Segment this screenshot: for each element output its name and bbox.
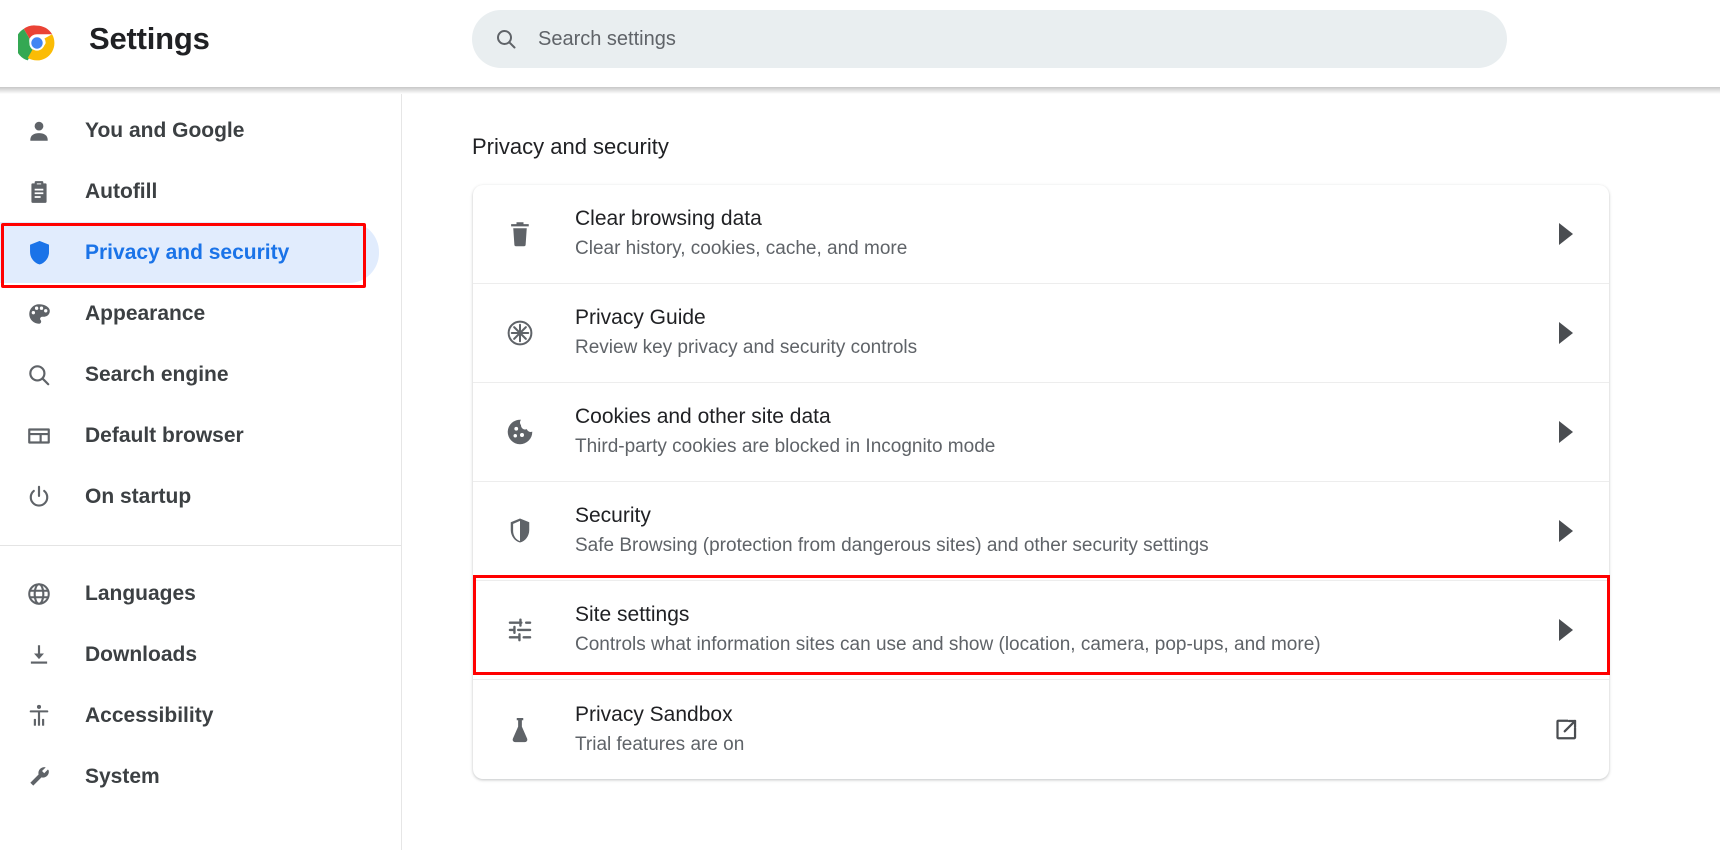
accessibility-icon: [24, 701, 54, 731]
top-bar: Settings Search settings: [0, 0, 1720, 87]
search-input[interactable]: Search settings: [472, 10, 1507, 68]
sidebar-item-label: Autofill: [85, 179, 158, 203]
sidebar-item-accessibility[interactable]: Accessibility: [0, 685, 379, 746]
row-text: Site settings Controls what information …: [575, 602, 1523, 658]
row-privacy-sandbox[interactable]: Privacy Sandbox Trial features are on: [473, 680, 1609, 779]
person-icon: [24, 116, 54, 146]
chrome-logo-icon: [15, 24, 56, 62]
row-title: Security: [575, 504, 651, 528]
row-cookies-and-other-site-data[interactable]: Cookies and other site data Third-party …: [473, 383, 1609, 482]
sidebar-item-privacy-and-security[interactable]: Privacy and security: [0, 222, 379, 283]
sidebar-item-label: Downloads: [85, 642, 198, 666]
row-title: Privacy Guide: [575, 306, 706, 330]
row-subtitle: Clear history, cookies, cache, and more: [575, 238, 908, 260]
row-subtitle: Trial features are on: [575, 733, 745, 755]
sidebar-item-label: You and Google: [85, 118, 245, 142]
row-security[interactable]: Security Safe Browsing (protection from …: [473, 482, 1609, 581]
sidebar-item-label: On startup: [85, 484, 192, 508]
power-icon: [24, 482, 54, 512]
row-title: Clear browsing data: [575, 207, 762, 231]
row-title: Cookies and other site data: [575, 405, 831, 429]
sidebar-item-label: System: [85, 764, 160, 788]
clipboard-icon: [24, 177, 54, 207]
sidebar-item-appearance[interactable]: Appearance: [0, 283, 379, 344]
row-text: Privacy Sandbox Trial features are on: [575, 702, 1523, 758]
privacy-settings-card: Clear browsing data Clear history, cooki…: [473, 185, 1609, 779]
shield-icon: [503, 514, 537, 548]
cookie-icon: [503, 415, 537, 449]
page-title: Settings: [89, 21, 210, 56]
sidebar-divider: [0, 545, 401, 546]
sidebar-item-label: Privacy and security: [85, 240, 290, 264]
browser-window-icon: [24, 421, 54, 451]
row-title: Site settings: [575, 603, 690, 627]
row-subtitle: Safe Browsing (protection from dangerous…: [575, 535, 1209, 557]
sidebar-item-you-and-google[interactable]: You and Google: [0, 100, 379, 161]
arrow-right-icon[interactable]: [1523, 421, 1609, 443]
trash-icon: [503, 217, 537, 251]
open-in-new-icon[interactable]: [1523, 716, 1609, 743]
row-privacy-guide[interactable]: Privacy Guide Review key privacy and sec…: [473, 284, 1609, 383]
row-text: Clear browsing data Clear history, cooki…: [575, 206, 1523, 262]
sidebar-item-label: Search engine: [85, 362, 229, 386]
sidebar-item-system[interactable]: System: [0, 746, 379, 807]
row-title: Privacy Sandbox: [575, 702, 733, 726]
tune-sliders-icon: [503, 613, 537, 647]
section-title: Privacy and security: [472, 134, 669, 159]
arrow-right-icon[interactable]: [1523, 619, 1609, 641]
sidebar-item-label: Appearance: [85, 301, 206, 325]
row-subtitle: Controls what information sites can use …: [575, 634, 1321, 656]
search-icon: [494, 27, 518, 51]
arrow-right-icon[interactable]: [1523, 322, 1609, 344]
arrow-right-icon[interactable]: [1523, 520, 1609, 542]
wrench-icon: [24, 762, 54, 792]
top-bar-shadow: [0, 87, 1720, 94]
sidebar-item-label: Accessibility: [85, 703, 214, 727]
row-text: Security Safe Browsing (protection from …: [575, 503, 1523, 559]
download-icon: [24, 640, 54, 670]
row-site-settings[interactable]: Site settings Controls what information …: [473, 581, 1609, 680]
sidebar-item-label: Default browser: [85, 423, 244, 447]
privacy-guide-icon: [503, 316, 537, 350]
arrow-right-icon[interactable]: [1523, 223, 1609, 245]
shield-icon: [24, 238, 54, 268]
sidebar-item-autofill[interactable]: Autofill: [0, 161, 379, 222]
row-clear-browsing-data[interactable]: Clear browsing data Clear history, cooki…: [473, 185, 1609, 284]
row-subtitle: Third-party cookies are blocked in Incog…: [575, 436, 996, 458]
globe-icon: [24, 579, 54, 609]
row-subtitle: Review key privacy and security controls: [575, 337, 918, 359]
sidebar-item-downloads[interactable]: Downloads: [0, 624, 379, 685]
main-content: Privacy and security Clear browsing data…: [403, 94, 1720, 850]
sidebar-item-default-browser[interactable]: Default browser: [0, 405, 379, 466]
sidebar-item-label: Languages: [85, 581, 196, 605]
sidebar: You and Google Autofill Privacy and secu…: [0, 94, 402, 850]
sidebar-item-search-engine[interactable]: Search engine: [0, 344, 379, 405]
sidebar-item-on-startup[interactable]: On startup: [0, 466, 379, 527]
flask-icon: [503, 713, 537, 747]
row-text: Cookies and other site data Third-party …: [575, 404, 1523, 460]
palette-icon: [24, 299, 54, 329]
search-placeholder: Search settings: [538, 27, 676, 50]
sidebar-item-languages[interactable]: Languages: [0, 563, 379, 624]
search-icon: [24, 360, 54, 390]
row-text: Privacy Guide Review key privacy and sec…: [575, 305, 1523, 361]
